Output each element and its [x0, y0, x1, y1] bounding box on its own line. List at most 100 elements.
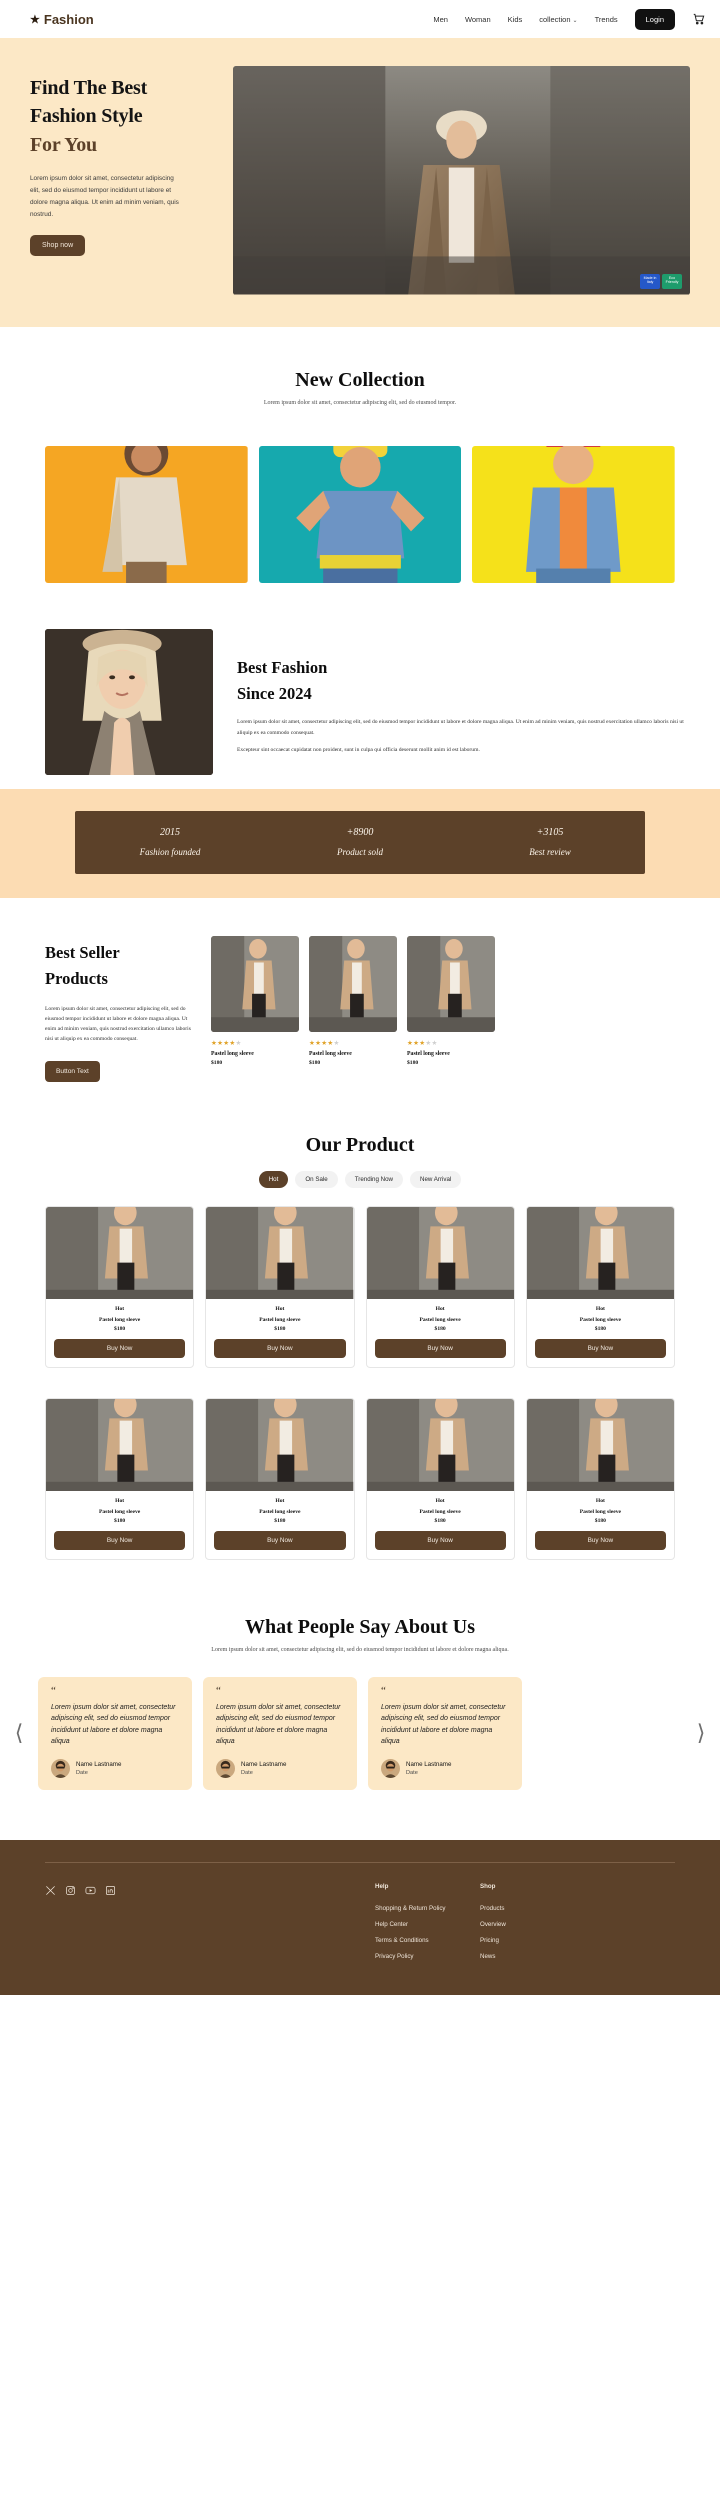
testimonials-carousel: ⟨ “ Lorem ipsum dolor sit amet, consecte…	[0, 1655, 720, 1791]
badge-made-in-italy: Made in Italy	[640, 273, 660, 289]
tab-on-sale[interactable]: On Sale	[295, 1171, 338, 1189]
best-fashion-image	[45, 628, 213, 775]
nav-item-collection[interactable]: collection ⌄	[539, 15, 577, 24]
footer-link-products[interactable]: Products	[480, 1905, 585, 1912]
linkedin-icon[interactable]	[105, 1883, 116, 1896]
buy-now-button[interactable]: Buy Now	[534, 1531, 666, 1551]
author-meta: Name Lastname Date	[406, 1761, 451, 1776]
footer-column-title: Shop	[480, 1883, 496, 1891]
hero-photo-street-fashion	[233, 66, 690, 295]
author-name: Name Lastname	[76, 1761, 122, 1769]
product-price: $180	[594, 1518, 606, 1525]
buy-now-button[interactable]: Buy Now	[534, 1339, 666, 1359]
collection-card[interactable]	[45, 445, 248, 583]
new-collection-section: New Collection Lorem ipsum dolor sit ame…	[0, 326, 720, 583]
product-card[interactable]: Hot Pastel long sleeve $180 Buy Now	[365, 1398, 515, 1561]
footer-link-help-center[interactable]: Help Center	[375, 1921, 480, 1928]
instagram-icon[interactable]	[65, 1883, 76, 1896]
footer-link-privacy-policy[interactable]: Privacy Policy	[375, 1953, 480, 1960]
buy-now-button[interactable]: Buy Now	[374, 1339, 506, 1359]
youtube-icon[interactable]	[85, 1883, 96, 1895]
shopping-cart-icon[interactable]	[692, 12, 706, 26]
rating-stars: ★★★★★	[407, 1039, 438, 1047]
best-seller-title-line2: Products	[45, 968, 108, 988]
nav-item-woman[interactable]: Woman	[465, 15, 491, 24]
product-card[interactable]: Hot Pastel long sleeve $180 Buy Now	[205, 1398, 355, 1561]
product-card[interactable]: Hot Pastel long sleeve $180 Buy Now	[525, 1206, 675, 1369]
product-filter-tabs: Hot On Sale Trending Now New Arrival	[0, 1171, 720, 1189]
shop-now-button[interactable]: Shop now	[30, 234, 86, 256]
buy-now-button[interactable]: Buy Now	[214, 1339, 346, 1359]
product-image	[206, 1207, 354, 1300]
footer-divider	[45, 1862, 675, 1864]
footer-column-title: Help	[375, 1883, 389, 1891]
footer-link-pricing[interactable]: Pricing	[480, 1937, 585, 1944]
best-seller-card[interactable]: ★★★★★ Pastel long sleeve $180	[309, 935, 397, 1082]
product-grid-row-2: Hot Pastel long sleeve $180 Buy Now Hot …	[0, 1380, 720, 1561]
collection-photo-yellow	[472, 445, 676, 583]
product-tag: Hot	[435, 1306, 445, 1313]
product-tag: Hot	[595, 1306, 605, 1313]
product-price: $180	[434, 1326, 446, 1333]
product-photo	[366, 1399, 514, 1492]
product-card[interactable]: Hot Pastel long sleeve $180 Buy Now	[205, 1206, 355, 1369]
product-info: Hot Pastel long sleeve $180 Buy Now	[206, 1491, 353, 1559]
quote-icon: “	[381, 1685, 386, 1698]
product-info: Hot Pastel long sleeve $180 Buy Now	[367, 1299, 514, 1367]
avatar-photo	[381, 1759, 400, 1779]
product-card[interactable]: Hot Pastel long sleeve $180 Buy Now	[45, 1398, 195, 1561]
stat-number: +3105	[536, 826, 564, 838]
product-image	[366, 1207, 514, 1300]
product-photo	[407, 935, 495, 1032]
product-photo	[206, 1207, 354, 1300]
footer-link-shopping-return-policy[interactable]: Shopping & Return Policy	[375, 1905, 480, 1912]
new-collection-title: New Collection	[295, 368, 425, 391]
nav-item-kids[interactable]: Kids	[508, 15, 523, 24]
stat-item-best-review: +3105 Best review	[455, 827, 645, 857]
product-card[interactable]: Hot Pastel long sleeve $180 Buy Now	[525, 1398, 675, 1561]
best-seller-card[interactable]: ★★★★★ Pastel long sleeve $180	[407, 935, 495, 1082]
x-twitter-icon[interactable]	[45, 1883, 56, 1895]
product-price: $180	[594, 1326, 606, 1333]
product-photo	[206, 1399, 354, 1492]
chevron-left-icon[interactable]: ⟨	[10, 1721, 28, 1746]
product-card[interactable]: Hot Pastel long sleeve $180 Buy Now	[45, 1206, 195, 1369]
buy-now-button[interactable]: Buy Now	[54, 1339, 186, 1359]
collection-photo-teal	[258, 445, 462, 583]
testimonial-text: Lorem ipsum dolor sit amet, consectetur …	[381, 1703, 506, 1746]
tab-new-arrival[interactable]: New Arrival	[410, 1171, 462, 1189]
best-seller-button[interactable]: Button Text	[45, 1061, 100, 1083]
product-photo	[526, 1207, 674, 1300]
tab-hot[interactable]: Hot	[258, 1171, 289, 1189]
login-button[interactable]: Login	[634, 8, 675, 30]
best-seller-card[interactable]: ★★★★★ Pastel long sleeve $180	[211, 935, 299, 1082]
buy-now-button[interactable]: Buy Now	[214, 1531, 346, 1551]
nav-item-men[interactable]: Men	[433, 15, 448, 24]
best-fashion-photo-portrait	[45, 628, 213, 775]
stats-bar: 2015 Fashion founded +8900 Product sold …	[75, 810, 645, 874]
quote-icon: “	[216, 1685, 221, 1698]
tab-trending-now[interactable]: Trending Now	[344, 1171, 403, 1189]
footer-link-terms-conditions[interactable]: Terms & Conditions	[375, 1937, 480, 1944]
buy-now-button[interactable]: Buy Now	[54, 1531, 186, 1551]
product-card[interactable]: Hot Pastel long sleeve $180 Buy Now	[365, 1206, 515, 1369]
footer-link-news[interactable]: News	[480, 1953, 585, 1960]
product-photo	[46, 1207, 194, 1300]
nav-item-trends[interactable]: Trends	[595, 15, 618, 24]
buy-now-button[interactable]: Buy Now	[374, 1531, 506, 1551]
collection-card[interactable]	[472, 445, 676, 583]
footer-link-overview[interactable]: Overview	[480, 1921, 585, 1928]
brand-logo[interactable]: ★ Fashion	[30, 12, 94, 27]
hero-paragraph: Lorem ipsum dolor sit amet, consectetur …	[30, 175, 179, 218]
product-info: Hot Pastel long sleeve $180 Buy Now	[206, 1299, 353, 1367]
rating-stars: ★★★★★	[211, 1039, 242, 1047]
product-photo	[309, 935, 397, 1032]
best-fashion-section: Best Fashion Since 2024 Lorem ipsum dolo…	[0, 583, 720, 775]
best-seller-carousel[interactable]: ★★★★★ Pastel long sleeve $180 ★★★★★ Past…	[211, 935, 720, 1082]
testimonials-track: “ Lorem ipsum dolor sit amet, consectetu…	[38, 1677, 682, 1791]
collection-card[interactable]	[258, 445, 462, 583]
chevron-right-icon[interactable]: ⟩	[692, 1721, 710, 1746]
footer-column-help: Help Shopping & Return Policy Help Cente…	[375, 1883, 480, 1969]
product-price: $180	[434, 1518, 446, 1525]
product-name: Pastel long sleeve	[259, 1317, 301, 1324]
